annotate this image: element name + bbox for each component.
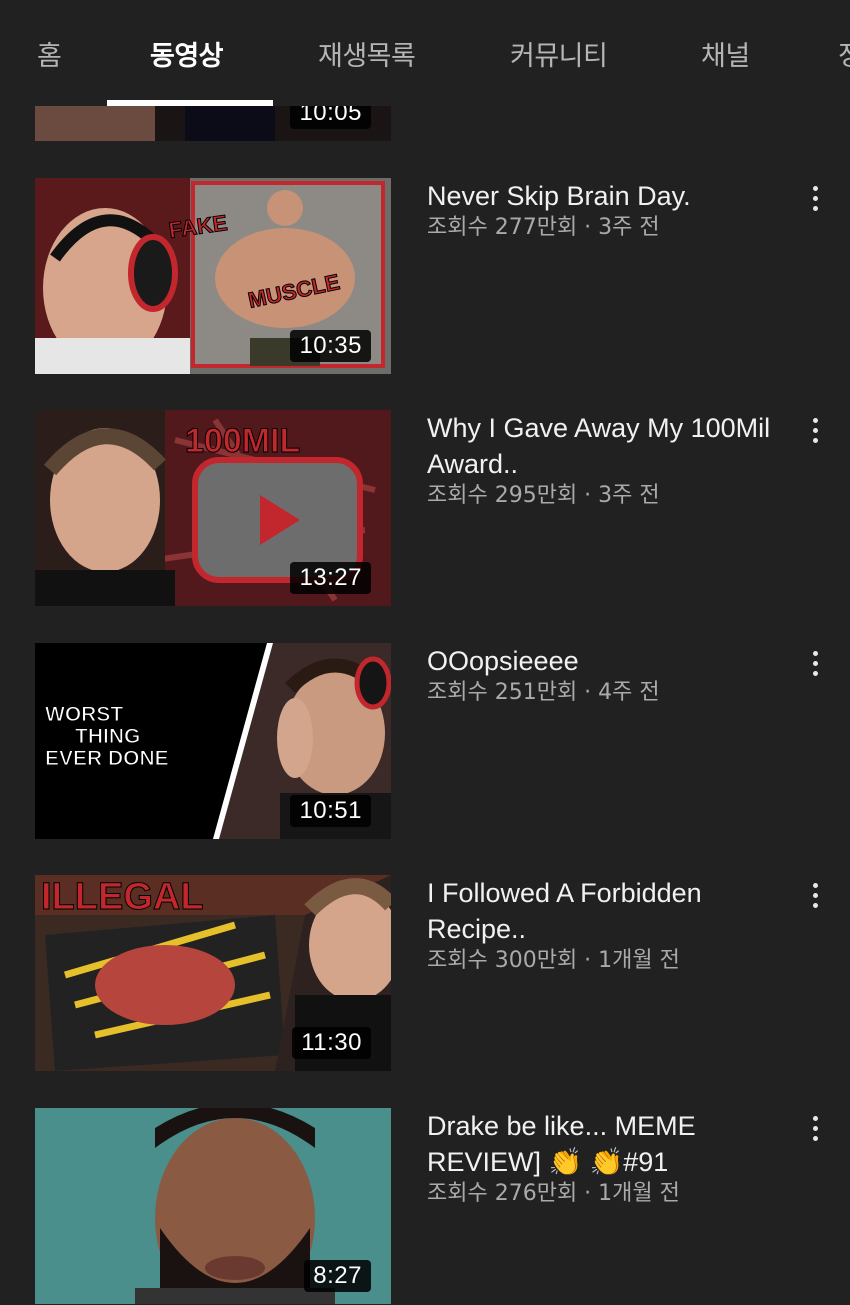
video-thumbnail[interactable]: FAKE MUSCLE 10:35 [35, 178, 391, 374]
video-title[interactable]: OOopsieeee [427, 643, 777, 679]
video-item[interactable]: WORST THING EVER DONE 10:51 OOopsieeee 조회수… [0, 643, 850, 839]
thumbnail-caption: WORST [45, 703, 123, 726]
more-options-icon[interactable] [800, 412, 830, 448]
video-title[interactable]: Why I Gave Away My 100Mil Award.. [427, 410, 777, 482]
active-tab-indicator [107, 100, 273, 106]
thumbnail-caption: EVER DONE [45, 747, 169, 770]
more-options-icon[interactable] [800, 1110, 830, 1146]
video-info: Why I Gave Away My 100Mil Award.. 조회수 29… [427, 410, 777, 512]
tab-videos[interactable]: 동영상 [150, 34, 224, 73]
video-meta: 조회수 251만회 · 4주 전 [427, 680, 660, 705]
video-item[interactable]: 100MIL 13:27 Why I Gave Away My 100Mil A… [0, 410, 850, 606]
video-item[interactable]: FAKE MUSCLE 10:35 Never Skip Brain Day. 조… [0, 178, 850, 374]
video-thumbnail[interactable]: ILLEGAL 11:30 [35, 875, 391, 1071]
video-duration: 10:51 [290, 795, 371, 827]
video-thumbnail[interactable]: 100MIL 13:27 [35, 410, 391, 606]
video-meta: 조회수 277만회 · 3주 전 [427, 215, 660, 240]
more-options-icon[interactable] [800, 877, 830, 913]
video-info: I Followed A Forbidden Recipe.. 조회수 300만… [427, 875, 777, 977]
video-title[interactable]: Drake be like... MEME REVIEW] 👏 👏#91 [427, 1108, 777, 1180]
thumbnail-caption: ILLEGAL [41, 876, 204, 918]
video-info: Drake be like... MEME REVIEW] 👏 👏#91 조회수… [427, 1108, 777, 1210]
video-duration: 11:30 [292, 1027, 371, 1059]
video-duration: 8:27 [304, 1260, 371, 1292]
tab-community[interactable]: 커뮤니티 [510, 34, 608, 73]
video-meta: 조회수 300만회 · 1개월 전 [427, 948, 680, 973]
video-duration: 13:27 [290, 562, 371, 594]
tab-about[interactable]: 정 [838, 34, 850, 73]
video-feed: 10:05 FAKE MUSCLE 10:35 Never Skip Brain … [0, 0, 850, 1305]
tab-playlists[interactable]: 재생목록 [318, 34, 416, 73]
video-title[interactable]: Never Skip Brain Day. [427, 178, 777, 214]
tab-home[interactable]: 홈 [37, 34, 62, 73]
channel-tab-bar: 홈 동영상 재생목록 커뮤니티 채널 정 [0, 0, 850, 106]
video-item[interactable]: ILLEGAL 11:30 I Followed A Forbidden Rec… [0, 875, 850, 1071]
video-meta: 조회수 276만회 · 1개월 전 [427, 1181, 680, 1206]
video-duration: 10:35 [290, 330, 371, 362]
video-title[interactable]: I Followed A Forbidden Recipe.. [427, 875, 777, 947]
more-options-icon[interactable] [800, 180, 830, 216]
video-item[interactable]: 8:27 Drake be like... MEME REVIEW] 👏 👏#9… [0, 1108, 850, 1304]
video-thumbnail[interactable]: 8:27 [35, 1108, 391, 1304]
thumbnail-caption: 100MIL [185, 422, 300, 460]
tab-channels[interactable]: 채널 [701, 34, 750, 73]
thumbnail-caption: THING [75, 725, 140, 748]
video-info: OOopsieeee 조회수 251만회 · 4주 전 [427, 643, 777, 709]
video-thumbnail[interactable]: WORST THING EVER DONE 10:51 [35, 643, 391, 839]
video-meta: 조회수 295만회 · 3주 전 [427, 483, 660, 508]
video-info: Never Skip Brain Day. 조회수 277만회 · 3주 전 [427, 178, 777, 244]
more-options-icon[interactable] [800, 645, 830, 681]
